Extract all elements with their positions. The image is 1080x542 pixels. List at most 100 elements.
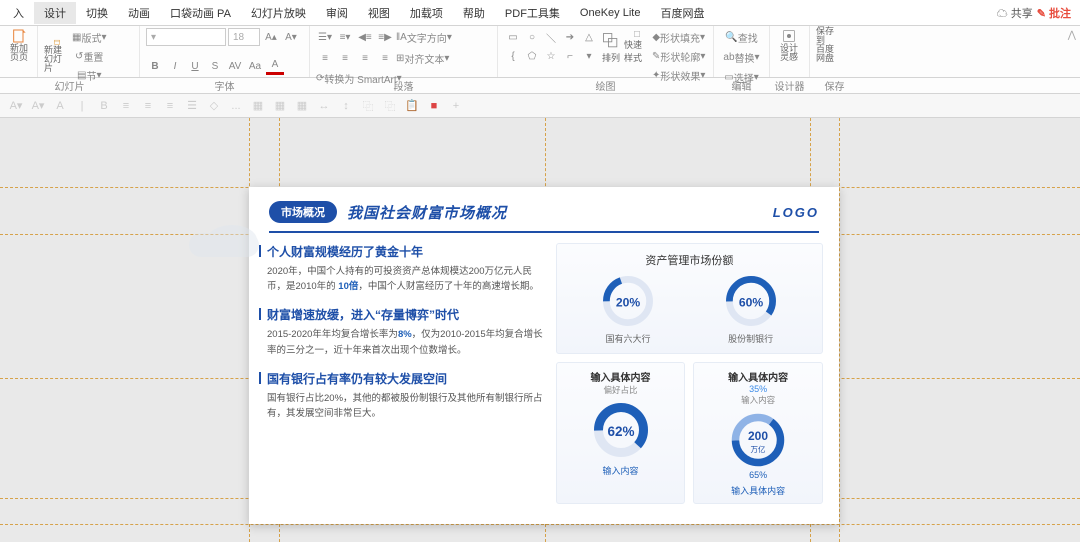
bold-button[interactable]: B — [146, 57, 164, 75]
sec3-text: 国有银行占比20%，其他的都被股份制银行及其他所有制银行所占有，其发展空间非常巨… — [265, 391, 546, 421]
slide-title: 我国社会财富市场概况 — [347, 202, 507, 223]
qa-align2-icon: ≡ — [140, 98, 156, 114]
align-left-button[interactable]: ≡ — [316, 49, 334, 67]
quickstyle-button[interactable]: 快速样式 — [624, 30, 650, 64]
slide-logo: LOGO — [773, 205, 819, 220]
reset-button[interactable]: ↺ 重置 — [72, 47, 106, 65]
menu-onekey[interactable]: OneKey Lite — [570, 4, 651, 22]
find-button[interactable]: 🔍 查找 — [720, 28, 763, 46]
title-underline — [269, 231, 819, 233]
shape-more-icon[interactable]: ▾ — [580, 47, 598, 65]
menu-baidu[interactable]: 百度网盘 — [650, 2, 714, 24]
shape-fill-button[interactable]: ◆ 形状填充▾ — [652, 28, 705, 46]
card3-65: 65% — [749, 470, 767, 480]
sec1-text: 2020年，中国个人持有的可投资资产总体规模达200万亿元人民币，是2010年的… — [265, 264, 546, 294]
guide-v5 — [839, 118, 840, 542]
left-column: 个人财富规模经历了黄金十年 2020年，中国个人持有的可投资资产总体规模达200… — [265, 243, 546, 504]
shape-effect-button[interactable]: ✦ 形状效果▾ — [652, 66, 705, 84]
shape-poly-icon[interactable]: ⬠ — [523, 47, 541, 65]
qa-bold-icon: B — [96, 98, 112, 114]
quick-toolbar: A▾ A▾ A | B ≡ ≡ ≡ ☰ ◇ ... ▦ ▦ ▦ ↔ ↕ ⿻ ⿻ … — [0, 94, 1080, 118]
qa-align1-icon: ≡ — [118, 98, 134, 114]
layout-button[interactable]: ▦ 版式▾ — [72, 28, 106, 46]
menu-bar: 入 设计 切换 动画 口袋动画 PA 幻灯片放映 审阅 视图 加载项 帮助 PD… — [0, 0, 1080, 26]
donut-200: 200万亿 — [728, 410, 788, 470]
shape-arrow-icon[interactable]: ➔ — [561, 28, 579, 46]
align-text-button[interactable]: ⊞ 对齐文本▾ — [396, 49, 449, 67]
menu-pocket-anim[interactable]: 口袋动画 PA — [160, 2, 241, 24]
shape-conn-icon[interactable]: ⌐ — [561, 47, 579, 65]
svg-text:20%: 20% — [616, 295, 641, 309]
numbering-button[interactable]: ≡▾ — [336, 28, 354, 46]
replace-button[interactable]: ab 替换▾ — [720, 48, 763, 66]
save-baidu-button[interactable]: 保存到 百度网盘 — [816, 28, 842, 62]
donut-20: 20% 国有六大行 — [601, 274, 655, 345]
sec1-title: 个人财富规模经历了黄金十年 — [265, 243, 546, 260]
designer-button[interactable]: 设计 灵感 — [776, 28, 802, 62]
svg-text:60%: 60% — [739, 295, 764, 309]
menu-transitions[interactable]: 切换 — [76, 2, 118, 24]
card-pref: 输入具体内容 偏好占比 62% 输入内容 — [556, 362, 686, 504]
shape-star-icon[interactable]: ☆ — [542, 47, 560, 65]
sec2-title: 财富增速放缓，进入“存量博弈”时代 — [265, 306, 546, 323]
align-right-button[interactable]: ≡ — [356, 49, 374, 67]
annotate-button[interactable]: ✎ 批注 — [1037, 5, 1071, 21]
menu-help[interactable]: 帮助 — [453, 2, 495, 24]
share-button[interactable]: ☁ 共享 — [997, 5, 1033, 21]
font-family-select[interactable]: ▾ — [146, 28, 226, 46]
new-slide-button[interactable]: 新建 幻灯片 — [44, 39, 70, 73]
menu-pdf[interactable]: PDF工具集 — [495, 2, 570, 24]
slide-canvas[interactable]: 市场概况 我国社会财富市场概况 LOGO 个人财富规模经历了黄金十年 2020年… — [0, 118, 1080, 542]
italic-button[interactable]: I — [166, 57, 184, 75]
card2-sub: 偏好占比 — [604, 384, 638, 396]
text-direction-button[interactable]: ‖A 文字方向▾ — [396, 28, 452, 46]
decrease-font-icon[interactable]: A▾ — [282, 28, 300, 46]
menu-review[interactable]: 审阅 — [316, 2, 358, 24]
strike-button[interactable]: S — [206, 57, 224, 75]
card-market-share: 资产管理市场份额 20% 国有六大行 60% 股份制银行 — [556, 243, 823, 354]
indent-dec-button[interactable]: ◀≡ — [356, 28, 374, 46]
font-size-select[interactable]: 18 — [228, 28, 260, 46]
underline-button[interactable]: U — [186, 57, 204, 75]
font-color-button[interactable]: A — [266, 57, 284, 75]
qa-paste-icon: 📋 — [404, 98, 420, 114]
shape-tri-icon[interactable]: △ — [580, 28, 598, 46]
collapse-ribbon-icon[interactable]: ⋀ — [1068, 30, 1076, 41]
indent-inc-button[interactable]: ≡▶ — [376, 28, 394, 46]
menu-view[interactable]: 视图 — [358, 2, 400, 24]
shape-line-icon[interactable]: ＼ — [542, 28, 560, 46]
menu-insert[interactable]: 入 — [3, 2, 34, 24]
menu-animations[interactable]: 动画 — [118, 2, 160, 24]
card3-35: 35% — [749, 384, 767, 394]
card3-bottom: 输入具体内容 — [731, 484, 785, 497]
sec2-text: 2015-2020年年均复合增长率为8%，仅为2010-2015年均复合增长率的… — [265, 327, 546, 357]
new-page-button[interactable]: 新加 页页 — [6, 28, 32, 62]
shape-brace-icon[interactable]: { — [504, 47, 522, 65]
shape-outline-button[interactable]: ✎ 形状轮廓▾ — [652, 47, 705, 65]
menu-addins[interactable]: 加载项 — [400, 2, 453, 24]
shape-circle-icon[interactable]: ○ — [523, 28, 541, 46]
svg-text:万亿: 万亿 — [751, 444, 766, 454]
align-justify-button[interactable]: ≡ — [376, 49, 394, 67]
arrange-button[interactable]: 排列 — [598, 30, 624, 64]
slide[interactable]: 市场概况 我国社会财富市场概况 LOGO 个人财富规模经历了黄金十年 2020年… — [249, 187, 839, 524]
smartart-button[interactable]: ⟳ 转换为 SmartArt▾ — [316, 69, 402, 87]
spacing-button[interactable]: AV — [226, 57, 244, 75]
section-button[interactable]: ▤ 节▾ — [72, 66, 106, 84]
section-3: 国有银行占有率仍有较大发展空间 国有银行占比20%，其他的都被股份制银行及其他所… — [265, 370, 546, 421]
ribbon: 新加 页页 新建 幻灯片 ▦ 版式▾ ↺ 重置 ▤ 节▾ ▾ 18 A▴ A▾ … — [0, 26, 1080, 78]
right-column: 资产管理市场份额 20% 国有六大行 60% 股份制银行 — [556, 243, 823, 504]
section-2: 财富增速放缓，进入“存量博弈”时代 2015-2020年年均复合增长率为8%，仅… — [265, 306, 546, 357]
select-button[interactable]: ▭ 选择▾ — [720, 68, 763, 86]
qa-group1-icon: ▦ — [250, 98, 266, 114]
increase-font-icon[interactable]: A▴ — [262, 28, 280, 46]
menu-design[interactable]: 设计 — [34, 2, 76, 24]
qa-arrow1-icon: ↔ — [316, 98, 332, 114]
shape-rect-icon[interactable]: ▭ — [504, 28, 522, 46]
menu-slideshow[interactable]: 幻灯片放映 — [241, 2, 316, 24]
align-center-button[interactable]: ≡ — [336, 49, 354, 67]
bullets-button[interactable]: ☰▾ — [316, 28, 334, 46]
case-button[interactable]: Aa — [246, 57, 264, 75]
guide-h5 — [0, 524, 1080, 525]
card2-title: 输入具体内容 — [591, 369, 651, 384]
